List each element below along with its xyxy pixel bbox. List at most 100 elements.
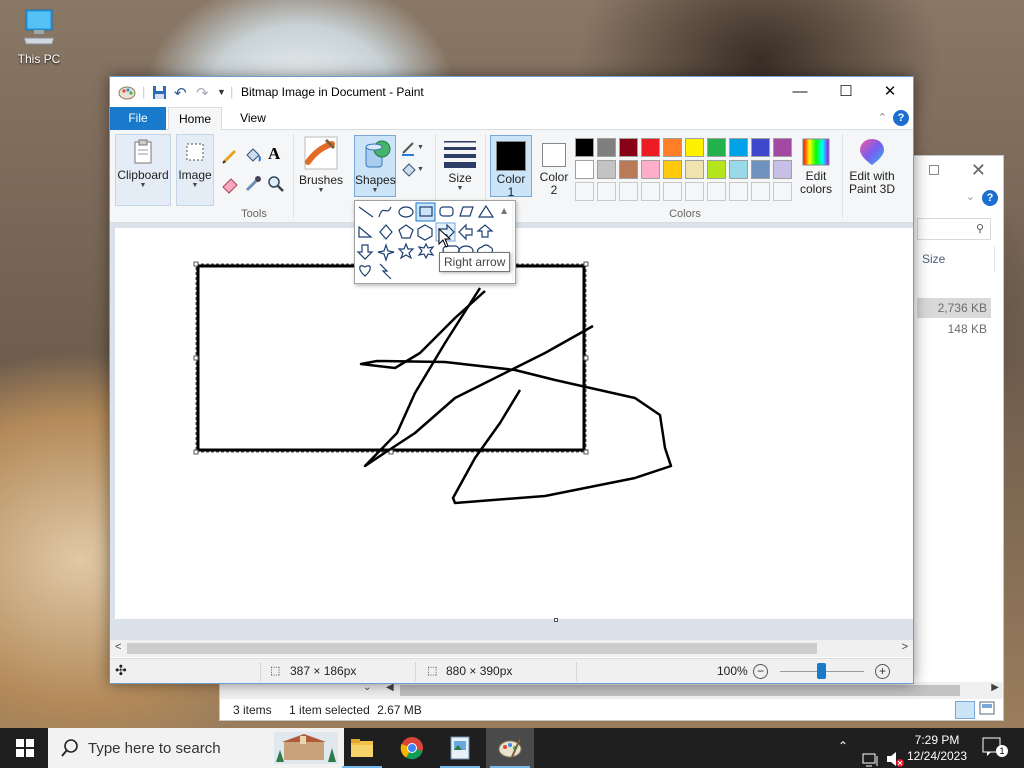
palette-color-swatch[interactable] xyxy=(641,160,660,179)
palette-color-swatch[interactable] xyxy=(663,138,682,157)
fill-icon[interactable]: ▼ xyxy=(400,160,424,180)
shape-curve[interactable] xyxy=(376,202,395,220)
palette-custom-slot[interactable] xyxy=(663,182,682,201)
large-icons-view-button[interactable] xyxy=(979,701,997,719)
palette-color-swatch[interactable] xyxy=(641,138,660,157)
title-bar[interactable]: | ↶ ↷ ▼ | Bitmap Image in Document - Pai… xyxy=(110,77,913,107)
eraser-icon[interactable] xyxy=(220,174,240,194)
shape-down-arrow[interactable] xyxy=(356,242,375,260)
magnifier-icon[interactable] xyxy=(266,174,286,194)
size-button[interactable]: Size ▼ xyxy=(440,134,480,206)
palette-custom-slot[interactable] xyxy=(773,182,792,201)
canvas-horizontal-scrollbar[interactable]: < > xyxy=(110,640,913,657)
palette-color-swatch[interactable] xyxy=(729,160,748,179)
this-pc-desktop-icon[interactable]: This PC xyxy=(14,8,64,66)
color-2-button[interactable]: Color 2 xyxy=(534,135,574,197)
maximize-button[interactable]: ☐ xyxy=(823,77,869,107)
palette-color-swatch[interactable] xyxy=(729,138,748,157)
palette-color-swatch[interactable] xyxy=(685,160,704,179)
palette-custom-slot[interactable] xyxy=(707,182,726,201)
palette-custom-slot[interactable] xyxy=(751,182,770,201)
scroll-left-icon[interactable]: < xyxy=(115,641,121,653)
image-button[interactable]: Image ▼ xyxy=(176,134,214,206)
canvas-resize-handle[interactable] xyxy=(554,618,558,622)
tab-file[interactable]: File xyxy=(110,107,166,130)
file-size-cell[interactable]: 2,736 KB xyxy=(917,298,991,318)
outline-icon[interactable]: ▼ xyxy=(400,138,424,158)
details-view-button[interactable] xyxy=(955,701,975,719)
action-center-button[interactable]: 1 xyxy=(982,737,1008,760)
shapes-button[interactable]: Shapes ▼ xyxy=(354,135,396,197)
start-button[interactable] xyxy=(0,728,48,768)
scroll-right-icon[interactable]: > xyxy=(902,641,908,653)
palette-custom-slot[interactable] xyxy=(729,182,748,201)
palette-color-swatch[interactable] xyxy=(575,160,594,179)
network-icon[interactable] xyxy=(862,740,880,768)
chevron-up-icon[interactable]: ⌃ xyxy=(878,111,887,124)
palette-color-swatch[interactable] xyxy=(773,138,792,157)
edit-with-paint-3d-button[interactable]: Edit with Paint 3D xyxy=(845,134,899,206)
shape-oval[interactable] xyxy=(396,202,415,220)
explorer-ribbon-expand-icon[interactable]: ⌄ xyxy=(966,190,975,203)
palette-color-swatch[interactable] xyxy=(707,160,726,179)
palette-color-swatch[interactable] xyxy=(751,160,770,179)
palette-custom-slot[interactable] xyxy=(641,182,660,201)
palette-color-swatch[interactable] xyxy=(597,160,616,179)
taskbar-paint[interactable] xyxy=(486,728,534,768)
customize-quick-access-icon[interactable]: ▼ xyxy=(217,87,226,97)
palette-color-swatch[interactable] xyxy=(773,160,792,179)
palette-color-swatch[interactable] xyxy=(685,138,704,157)
shape-rectangle[interactable] xyxy=(416,202,435,220)
zoom-slider-thumb[interactable] xyxy=(817,663,826,679)
show-hidden-icons-button[interactable]: ⌃ xyxy=(838,739,848,768)
size-column-header[interactable]: Size xyxy=(922,252,945,266)
text-tool-icon[interactable]: A xyxy=(268,144,288,164)
fill-bucket-icon[interactable] xyxy=(243,146,263,166)
file-size-cell[interactable]: 148 KB xyxy=(917,319,991,339)
minimize-button[interactable]: — xyxy=(777,77,823,107)
scrollbar-thumb[interactable] xyxy=(127,643,817,654)
shape-rounded-rectangle[interactable] xyxy=(436,202,455,220)
palette-custom-slot[interactable] xyxy=(685,182,704,201)
palette-color-swatch[interactable] xyxy=(575,138,594,157)
tab-view[interactable]: View xyxy=(228,107,278,130)
palette-color-swatch[interactable] xyxy=(597,138,616,157)
system-clock[interactable]: 7:29 PM 12/24/2023 xyxy=(902,732,972,764)
shape-heart[interactable] xyxy=(356,262,375,280)
edit-colors-button[interactable]: Edit colors xyxy=(796,134,836,206)
taskbar-document-app[interactable] xyxy=(436,728,484,768)
help-icon[interactable]: ? xyxy=(893,110,909,126)
shape-five-point-star[interactable] xyxy=(396,242,415,260)
palette-color-swatch[interactable] xyxy=(751,138,770,157)
palette-color-swatch[interactable] xyxy=(619,138,638,157)
taskbar-search-box[interactable]: Type here to search xyxy=(48,728,344,768)
scroll-right-icon[interactable]: ▶ xyxy=(991,682,999,693)
pencil-icon[interactable] xyxy=(220,146,240,166)
shape-line[interactable] xyxy=(356,202,375,220)
undo-icon[interactable]: ↶ xyxy=(174,84,187,102)
taskbar-chrome[interactable] xyxy=(388,728,436,768)
explorer-close-button[interactable]: ✕ xyxy=(971,160,986,181)
drawing-canvas[interactable] xyxy=(115,228,913,619)
zoom-out-button[interactable]: − xyxy=(753,664,768,679)
shape-polygon[interactable] xyxy=(456,202,475,220)
explorer-maximize-button[interactable] xyxy=(929,165,939,175)
shape-up-arrow[interactable] xyxy=(476,222,495,240)
explorer-help-icon[interactable]: ? xyxy=(982,190,998,206)
close-button[interactable]: ✕ xyxy=(867,77,913,107)
palette-color-swatch[interactable] xyxy=(663,160,682,179)
taskbar-file-explorer[interactable] xyxy=(338,728,386,768)
explorer-search-box[interactable]: ⚲ xyxy=(917,218,991,240)
shape-left-arrow[interactable] xyxy=(456,222,475,240)
palette-custom-slot[interactable] xyxy=(575,182,594,201)
scrollbar-thumb[interactable] xyxy=(400,685,960,696)
clipboard-button[interactable]: Clipboard ▼ xyxy=(115,134,171,206)
color-picker-icon[interactable] xyxy=(243,174,263,194)
save-icon[interactable] xyxy=(152,85,167,100)
palette-custom-slot[interactable] xyxy=(619,182,638,201)
zoom-in-button[interactable]: + xyxy=(875,664,890,679)
brushes-button[interactable]: Brushes ▼ xyxy=(298,134,344,206)
shape-triangle[interactable] xyxy=(476,202,495,220)
shape-lightning[interactable] xyxy=(376,262,395,280)
paint-app-icon[interactable] xyxy=(118,83,136,101)
